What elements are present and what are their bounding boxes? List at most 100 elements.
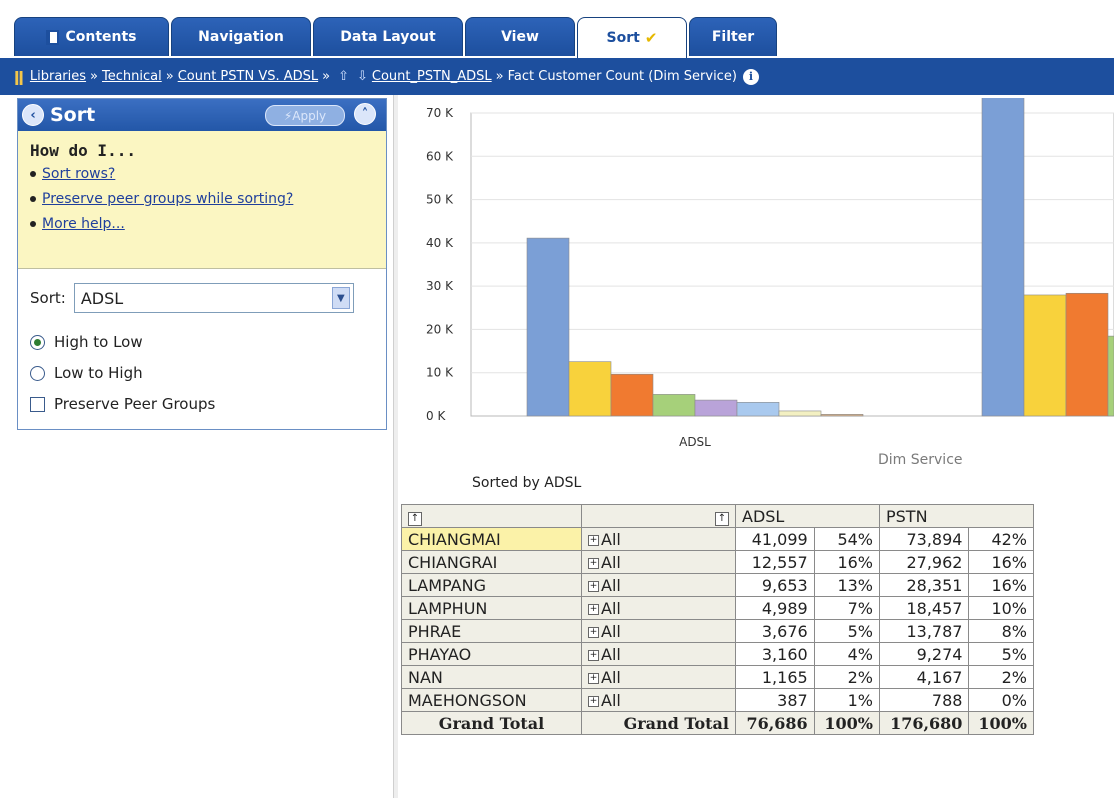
chart-bar: [1107, 335, 1114, 417]
back-arrow-icon[interactable]: ‹: [22, 104, 44, 126]
sort-arrow-icon[interactable]: ↑: [715, 512, 729, 526]
adsl-value-cell: 3,676: [735, 619, 815, 643]
member-cell[interactable]: + All: [581, 573, 736, 597]
table-row: CHIANGMAI + All 41,099 54% 73,894 42%: [401, 527, 1034, 551]
sort-by-value: ADSL: [80, 288, 124, 308]
chart-bar: [820, 414, 864, 417]
province-cell[interactable]: MAEHONGSON: [401, 688, 582, 712]
breadcrumb: ǁ Libraries » Technical » Count PSTN VS.…: [0, 58, 1114, 95]
grand-total-row: Grand Total Grand Total 76,686 100% 176,680 1…: [401, 711, 1034, 735]
column-header-adsl[interactable]: ADSL: [735, 504, 880, 528]
preserve-peer-groups-checkbox[interactable]: Preserve Peer Groups: [30, 395, 374, 413]
member-label: All: [601, 644, 621, 664]
tab-view[interactable]: View: [465, 17, 575, 56]
adsl-total-percent-cell: 100%: [813, 711, 881, 735]
member-label: All: [601, 552, 621, 572]
help-link-sort-rows[interactable]: Sort rows?: [42, 166, 115, 182]
expand-icon[interactable]: +: [588, 626, 599, 638]
adsl-value-cell: 4,989: [735, 596, 815, 620]
expand-icon[interactable]: +: [588, 695, 599, 707]
member-cell[interactable]: + All: [581, 527, 736, 551]
member-label: All: [601, 621, 621, 641]
expand-icon[interactable]: +: [588, 603, 599, 615]
sort-row: Sort: ADSL ▼: [30, 283, 374, 313]
pstn-value-cell: 73,894: [878, 527, 970, 551]
radio-low-to-high[interactable]: Low to High: [30, 364, 374, 382]
tab-sort[interactable]: Sort ✔: [577, 17, 687, 58]
province-cell[interactable]: CHIANGMAI: [401, 527, 582, 551]
help-link-more-help[interactable]: More help...: [42, 216, 125, 232]
tab-navigation[interactable]: Navigation: [171, 17, 311, 56]
checkbox[interactable]: [30, 396, 45, 412]
drill-up-icon[interactable]: ⇧: [338, 69, 349, 84]
info-icon[interactable]: i: [742, 68, 759, 85]
province-cell[interactable]: LAMPHUN: [401, 596, 582, 620]
panel-splitter[interactable]: [393, 95, 398, 798]
pstn-value-cell: 27,962: [878, 550, 970, 574]
sort-arrow-icon[interactable]: ↑: [408, 512, 422, 526]
breadcrumb-separator: »: [90, 69, 99, 84]
expand-icon[interactable]: +: [588, 534, 599, 546]
tab-filter[interactable]: Filter: [689, 17, 777, 56]
breadcrumb-technical[interactable]: Technical: [102, 69, 162, 84]
checkmark-icon: ✔: [644, 29, 658, 47]
chevron-down-icon[interactable]: ▼: [331, 287, 350, 309]
checkbox-label: Preserve Peer Groups: [54, 395, 216, 413]
expand-icon[interactable]: +: [588, 649, 599, 661]
expand-icon[interactable]: +: [588, 580, 599, 592]
member-label: All: [601, 575, 621, 595]
tab-contents[interactable]: Contents: [14, 17, 169, 56]
collapse-up-icon[interactable]: ˄: [354, 103, 376, 125]
member-cell[interactable]: + All: [581, 619, 736, 643]
radio-button-selected[interactable]: [30, 334, 45, 350]
sorted-by-label: Sorted by ADSL: [472, 475, 582, 491]
y-tick-label: 40 K: [426, 236, 454, 250]
province-cell[interactable]: PHAYAO: [401, 642, 582, 666]
pstn-percent-cell: 42%: [968, 527, 1034, 551]
help-link-preserve-peer-groups[interactable]: Preserve peer groups while sorting?: [42, 191, 293, 207]
member-cell[interactable]: + All: [581, 642, 736, 666]
sort-controls: Sort: ADSL ▼ High to Low Low to High Pre…: [18, 269, 386, 427]
help-heading: How do I...: [30, 141, 136, 160]
x-tick-label: ADSL: [679, 435, 711, 449]
adsl-percent-cell: 13%: [813, 573, 881, 597]
adsl-percent-cell: 2%: [813, 665, 881, 689]
province-cell[interactable]: PHRAE: [401, 619, 582, 643]
member-label: All: [601, 598, 621, 618]
drill-down-icon[interactable]: ⇩: [357, 69, 368, 84]
expand-icon[interactable]: +: [588, 557, 599, 569]
pstn-total-cell: 176,680: [878, 711, 970, 735]
breadcrumb-libraries[interactable]: Libraries: [30, 69, 86, 84]
member-cell[interactable]: + All: [581, 665, 736, 689]
member-label: All: [601, 690, 621, 710]
adsl-value-cell: 387: [735, 688, 815, 712]
member-cell[interactable]: + All: [581, 596, 736, 620]
member-cell[interactable]: + All: [581, 550, 736, 574]
pstn-percent-cell: 2%: [968, 665, 1034, 689]
province-cell[interactable]: LAMPANG: [401, 573, 582, 597]
breadcrumb-report[interactable]: Count PSTN VS. ADSL: [178, 69, 318, 84]
grand-total-label: Grand Total: [581, 711, 736, 735]
member-cell[interactable]: + All: [581, 688, 736, 712]
expand-icon[interactable]: +: [588, 672, 599, 684]
province-cell[interactable]: CHIANGRAI: [401, 550, 582, 574]
adsl-total-cell: 76,686: [735, 711, 815, 735]
adsl-percent-cell: 5%: [813, 619, 881, 643]
member-label: All: [601, 667, 621, 687]
sort-panel-header: ‹ Sort ⚡ Apply ˄: [18, 99, 386, 131]
sort-by-select[interactable]: ADSL ▼: [73, 283, 354, 313]
pstn-value-cell: 788: [878, 688, 970, 712]
tabs: Contents Navigation Data Layout View Sor…: [14, 17, 779, 58]
table-row: PHAYAO + All 3,160 4% 9,274 5%: [401, 642, 1034, 666]
apply-button[interactable]: ⚡ Apply: [265, 105, 345, 126]
province-cell[interactable]: NAN: [401, 665, 582, 689]
adsl-value-cell: 41,099: [735, 527, 815, 551]
tab-bar: Contents Navigation Data Layout View Sor…: [0, 0, 1114, 58]
radio-button[interactable]: [30, 365, 45, 381]
radio-high-to-low[interactable]: High to Low: [30, 333, 374, 351]
chart-bar: [736, 402, 780, 417]
pstn-percent-cell: 16%: [968, 573, 1034, 597]
breadcrumb-cube[interactable]: Count_PSTN_ADSL: [372, 69, 492, 84]
tab-data-layout[interactable]: Data Layout: [313, 17, 463, 56]
column-header-pstn[interactable]: PSTN: [879, 504, 1034, 528]
